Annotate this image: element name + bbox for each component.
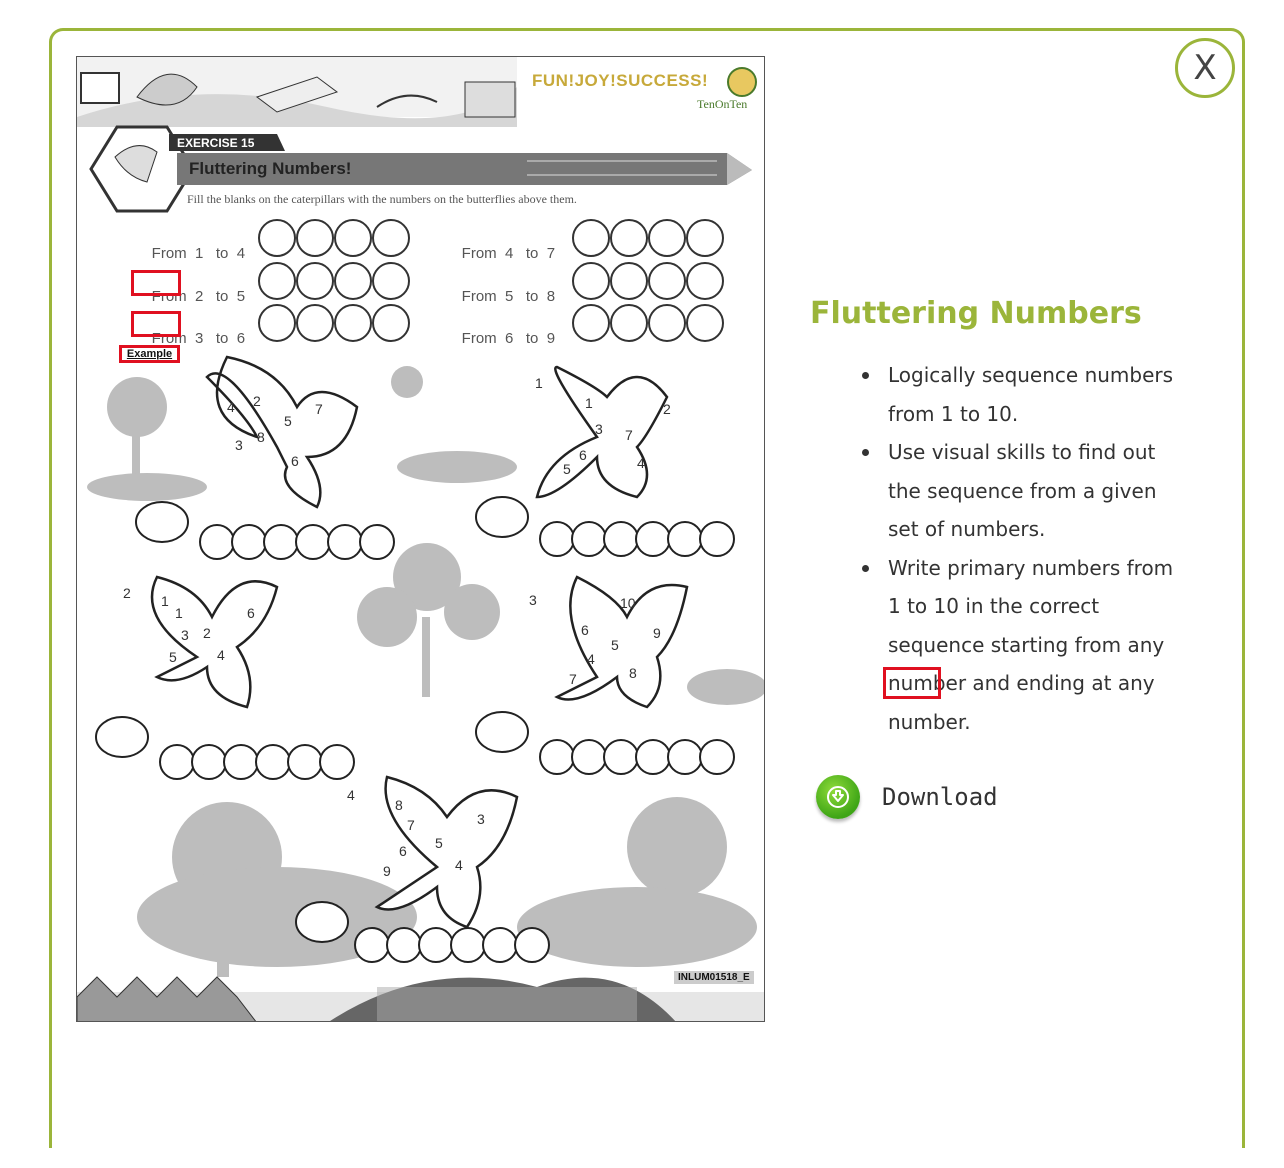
butterfly-number: 4 [587,651,595,667]
brand-logo-text: FUN!JOY!SUCCESS! [532,71,709,90]
butterfly-number: 6 [399,843,407,859]
panel-title: Fluttering Numbers [810,296,1142,331]
exercise-instruction: Fill the blanks on the caterpillars with… [187,192,577,206]
butterfly-number: 6 [579,447,587,463]
butterfly-number: 4 [637,455,645,471]
butterfly-number: 1 [585,395,593,411]
butterfly-number: 8 [629,665,637,681]
butterfly-label-2: 2 [123,585,131,601]
butterfly-number: 3 [477,811,485,827]
butterfly-number: 1 [175,605,183,621]
exercise-label: EXERCISE 15 [177,136,255,150]
butterfly-number: 4 [455,857,463,873]
butterfly-label-3: 3 [529,592,537,608]
worksheet-code: INLUM01518_E [674,971,754,984]
butterfly-number: 7 [625,427,633,443]
butterfly-number: 5 [284,413,292,429]
butterfly-number: 2 [253,393,261,409]
butterfly-number: 5 [435,835,443,851]
butterfly-number: 6 [291,453,299,469]
butterfly-label-4: 4 [347,787,355,803]
butterfly-number: 9 [383,863,391,879]
objective-item: Logically sequence numbers from 1 to 10. [860,356,1180,433]
exercise-title: Fluttering Numbers! [189,159,352,178]
butterfly-number: 4 [227,399,235,415]
highlight-box-from-3 [131,311,181,337]
highlight-box-from-text [883,667,941,699]
close-icon: X [1193,48,1217,88]
highlight-box-from-2 [131,270,181,296]
download-button[interactable]: Download [816,775,998,819]
butterfly-number: 8 [395,797,403,813]
objective-item: Use visual skills to find out the sequen… [860,433,1180,549]
butterfly-number: 5 [169,649,177,665]
butterfly-number: 1 [161,593,169,609]
butterfly-number: 5 [563,461,571,477]
butterfly-number: 6 [247,605,255,621]
download-arrow-icon [816,775,860,819]
brand-logo-subtitle: TenOnTen [697,97,748,111]
butterfly-number: 7 [407,817,415,833]
butterfly-number: 4 [217,647,225,663]
butterfly-number: 3 [595,421,603,437]
butterfly-number: 2 [663,401,671,417]
butterfly-number: 5 [611,637,619,653]
butterfly-number: 2 [203,625,211,641]
butterfly-number: 6 [581,622,589,638]
worksheet-preview: FUN!JOY!SUCCESS! TenOnTen EXERCISE 15 Fl… [76,56,765,1022]
butterfly-number: 10 [620,595,636,611]
download-label: Download [882,783,998,811]
close-button[interactable]: X [1175,38,1235,98]
objective-item: Write primary numbers from 1 to 10 in th… [860,549,1180,742]
butterfly-number: 7 [315,401,323,417]
butterfly-number: 3 [235,437,243,453]
butterfly-label-1: 1 [535,375,543,391]
example-tag: Example [119,345,180,363]
row-right-3: From 6 to 9 [461,330,556,347]
butterfly-number: 7 [569,671,577,687]
butterfly-number: 8 [257,429,265,445]
butterfly-number: 3 [181,627,189,643]
butterfly-number: 9 [653,625,661,641]
